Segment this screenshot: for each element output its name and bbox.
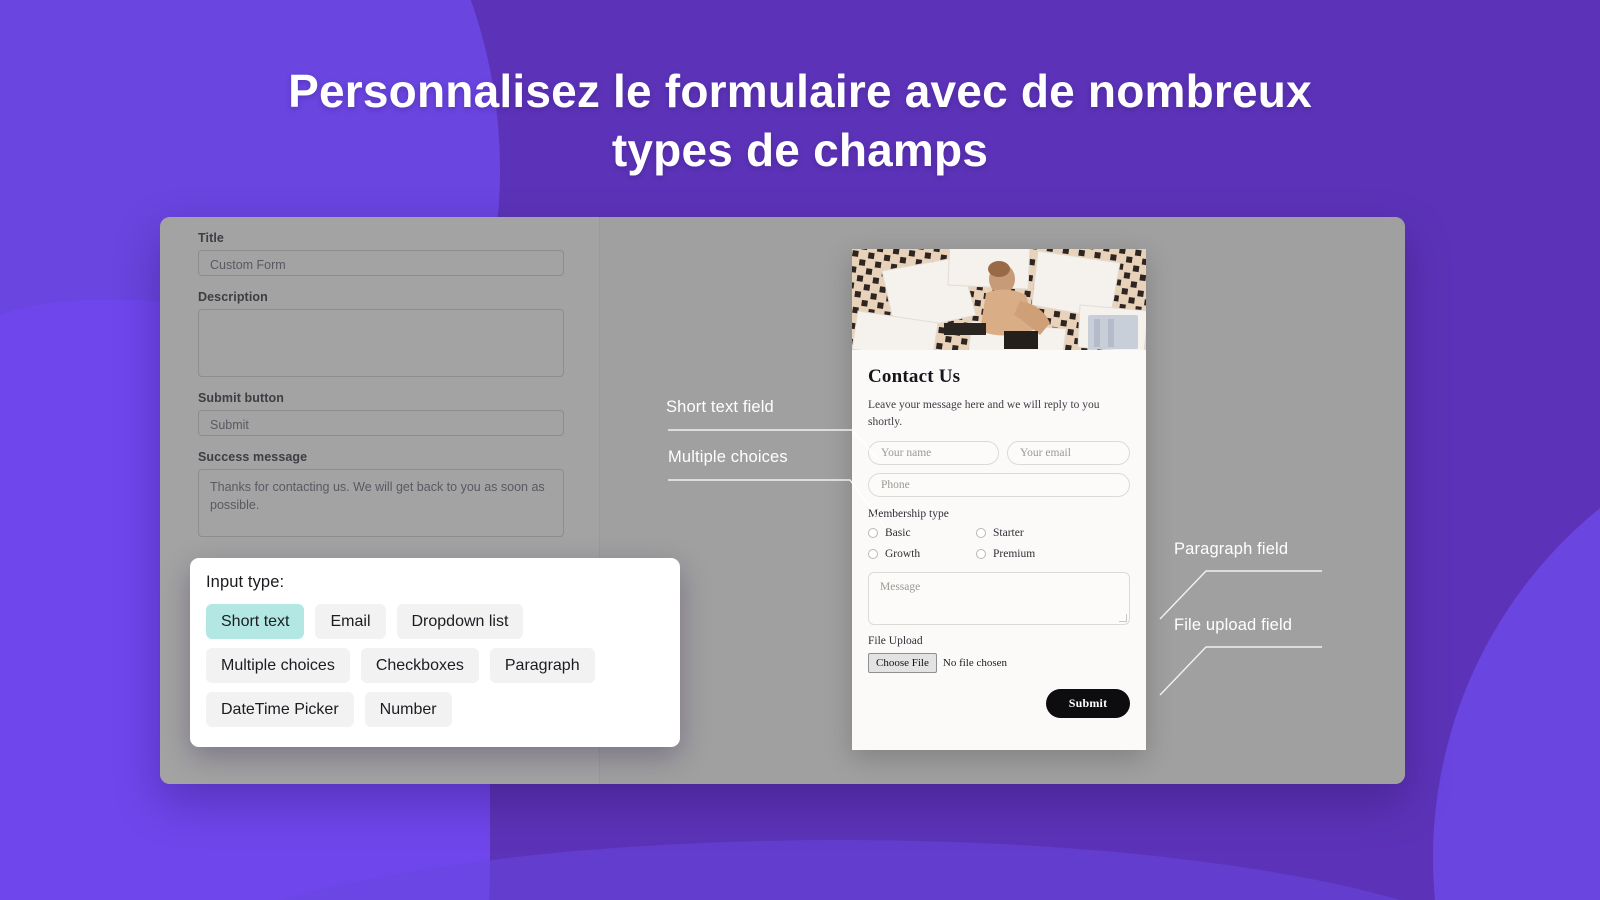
input-type-option-number[interactable]: Number: [364, 692, 452, 727]
radio-option-starter[interactable]: Starter: [976, 527, 1130, 539]
contact-card-subtitle: Leave your message here and we will repl…: [868, 399, 1100, 428]
file-upload-label: File Upload: [868, 635, 923, 648]
phone-input[interactable]: Phone: [868, 473, 1130, 498]
annotation-label: Multiple choices: [668, 448, 788, 466]
choose-file-button[interactable]: Choose File: [868, 653, 937, 674]
description-field-label: Description: [198, 290, 268, 304]
background-blob-bottom: [140, 840, 1540, 900]
file-upload-row: Choose File No file chosen: [868, 653, 1130, 674]
success-message-field-input[interactable]: Thanks for contacting us. We will get ba…: [198, 469, 564, 537]
photo-collage-image: [852, 249, 1146, 350]
email-input[interactable]: Your email: [1007, 441, 1130, 466]
name-email-row: Your name Your email: [868, 441, 1130, 466]
annotation-file-upload-field: File upload field: [1159, 616, 1334, 697]
annotation-leader-line: [668, 479, 887, 530]
headline-line-1: Personnalisez le formulaire avec de nomb…: [288, 65, 1312, 117]
radio-option-premium[interactable]: Premium: [976, 548, 1130, 560]
submit-button[interactable]: Submit: [1046, 689, 1130, 719]
input-type-option-checkboxes[interactable]: Checkboxes: [360, 648, 479, 683]
submit-button-field-input[interactable]: Submit: [198, 410, 564, 436]
annotation-leader-line: [1159, 570, 1322, 620]
input-type-option-list: Short text Email Dropdown list Multiple …: [206, 604, 664, 727]
background-blob-right: [1433, 408, 1600, 900]
page-title: Personnalisez le formulaire avec de nomb…: [0, 62, 1600, 180]
success-message-field-label: Success message: [198, 450, 308, 464]
annotation-label: File upload field: [1174, 616, 1293, 634]
annotation-leader-line: [1159, 646, 1322, 696]
input-type-option-dropdown-list[interactable]: Dropdown list: [396, 604, 524, 639]
input-type-option-email[interactable]: Email: [315, 604, 386, 639]
card-header-photo: [852, 249, 1146, 350]
resize-grip-icon[interactable]: [1119, 614, 1127, 623]
annotation-paragraph-field: Paragraph field: [1159, 540, 1334, 621]
message-textarea[interactable]: Message: [868, 572, 1130, 626]
radio-label: Growth: [885, 548, 921, 561]
file-status-text: No file chosen: [942, 657, 1008, 670]
title-field-label: Title: [198, 231, 224, 245]
input-type-option-multiple-choices[interactable]: Multiple choices: [206, 648, 350, 683]
contact-card-title: Contact Us: [868, 366, 961, 387]
input-type-popup: Input type: Short text Email Dropdown li…: [190, 558, 680, 747]
annotation-multiple-choices: Multiple choices: [668, 448, 888, 531]
radio-label: Basic: [885, 527, 911, 540]
input-type-title: Input type:: [206, 573, 285, 591]
promo-graphic: Personnalisez le formulaire avec de nomb…: [0, 0, 1600, 900]
input-type-option-short-text[interactable]: Short text: [206, 604, 305, 639]
headline-line-2: types de champs: [611, 123, 989, 176]
radio-label: Premium: [993, 548, 1036, 561]
submit-row: Submit: [868, 689, 1130, 719]
contact-form-preview: Contact Us Leave your message here and w…: [852, 249, 1146, 750]
annotation-label: Paragraph field: [1174, 540, 1289, 558]
input-type-option-paragraph[interactable]: Paragraph: [489, 648, 595, 683]
annotation-label: Short text field: [666, 398, 774, 416]
radio-label: Starter: [993, 527, 1024, 540]
submit-button-field-label: Submit button: [198, 391, 284, 405]
input-type-option-datetime-picker[interactable]: DateTime Picker: [206, 692, 354, 727]
radio-circle-icon: [868, 549, 878, 560]
radio-circle-icon: [976, 549, 986, 560]
title-field-input[interactable]: Custom Form: [198, 250, 564, 276]
radio-circle-icon: [976, 528, 986, 539]
membership-radio-group: Basic Starter Growth Premium: [868, 527, 1130, 560]
description-field-input[interactable]: [198, 309, 564, 377]
membership-type-label: Membership type: [868, 508, 949, 521]
radio-option-growth[interactable]: Growth: [868, 548, 976, 560]
